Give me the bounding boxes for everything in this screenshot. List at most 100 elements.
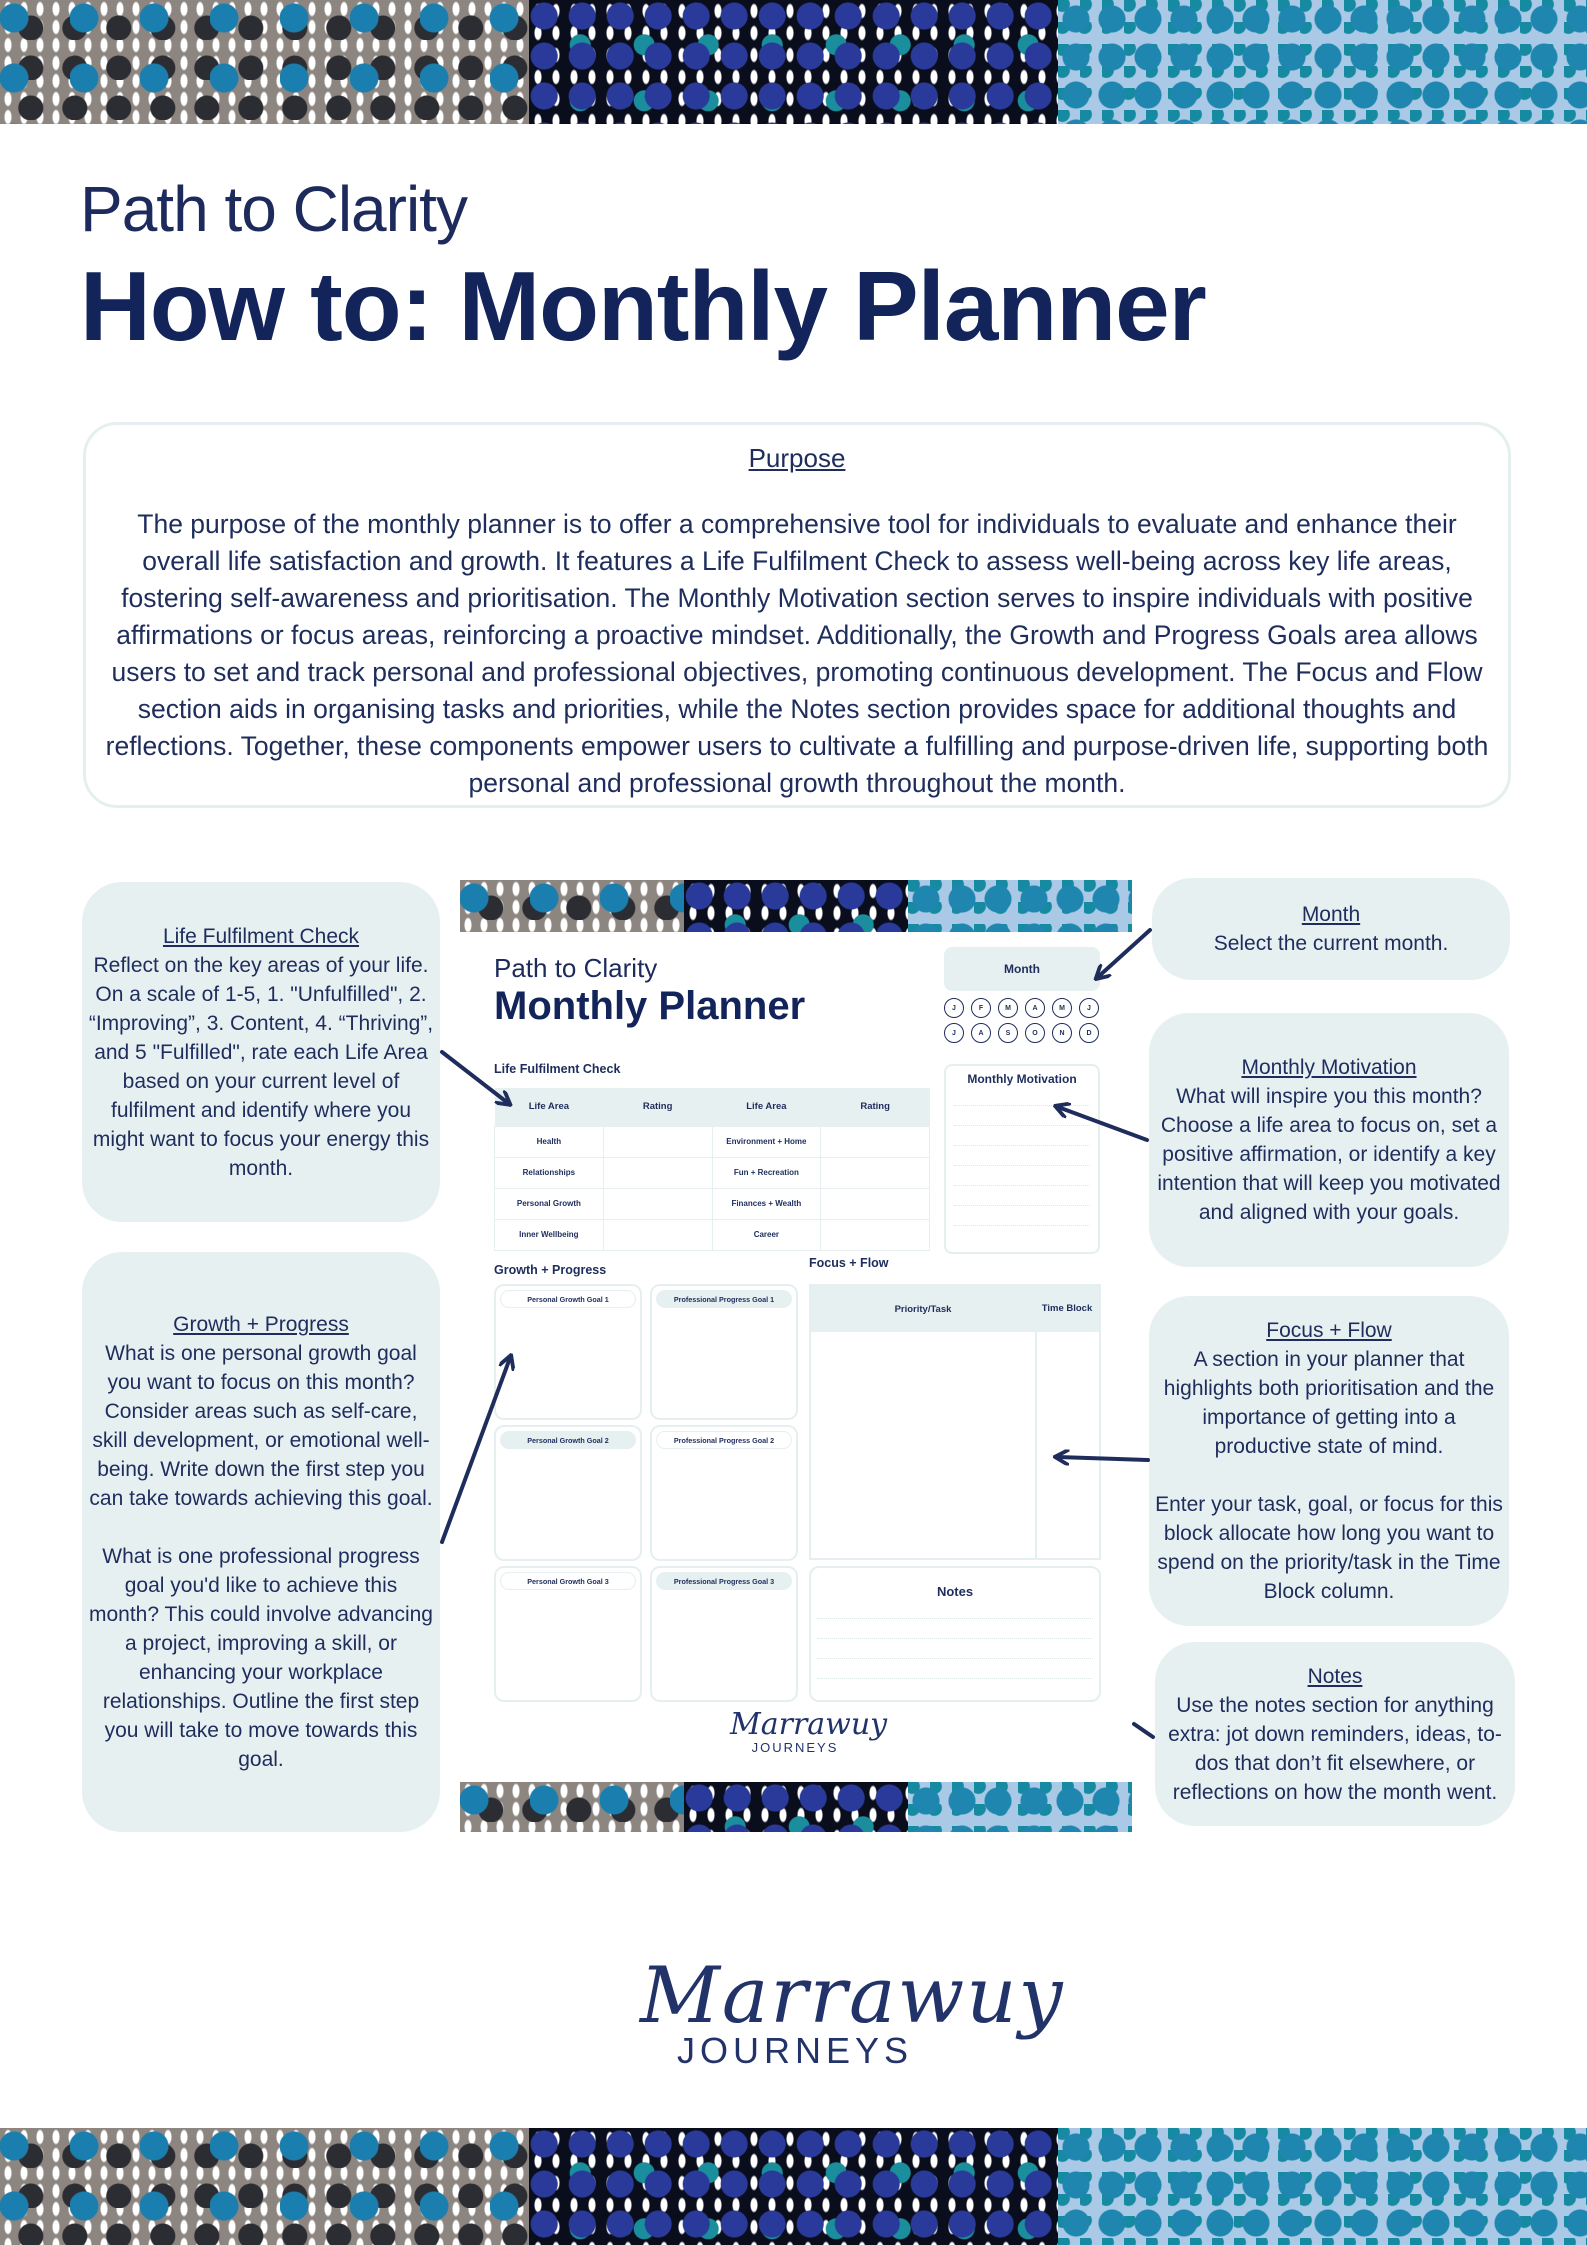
month-circle[interactable]: M: [1052, 998, 1072, 1018]
goal-label: Personal Growth Goal 2: [500, 1431, 636, 1449]
focus-flow-table[interactable]: Priority/Task Time Block: [809, 1284, 1101, 1560]
purpose-box: Purpose The purpose of the monthly plann…: [83, 422, 1511, 808]
dotted-line: [817, 1599, 1093, 1619]
dotted-line: [817, 1639, 1093, 1659]
life-area-cell: Fun + Recreation: [711, 1156, 822, 1189]
purpose-body: The purpose of the monthly planner is to…: [105, 509, 1489, 798]
dotted-line: [954, 1146, 1090, 1166]
callout-body: What is one personal growth goal you wan…: [89, 1342, 433, 1771]
callout-title: Notes: [1307, 1664, 1363, 1688]
life-area-cell: Personal Growth: [494, 1187, 604, 1220]
planner-monthly-motivation[interactable]: Monthly Motivation: [944, 1064, 1100, 1254]
planner-top-banner: [460, 880, 1132, 932]
rating-cell[interactable]: [820, 1125, 930, 1158]
callout-focus-flow: Focus + Flow A section in your planner t…: [1149, 1296, 1509, 1626]
planner-notes[interactable]: Notes: [809, 1566, 1101, 1702]
life-fulfilment-table: Life Area Rating Life Area Rating Health…: [494, 1088, 930, 1251]
dotted-line: [954, 1206, 1090, 1226]
focus-table-body[interactable]: [811, 1332, 1099, 1558]
month-circle[interactable]: N: [1052, 1023, 1072, 1043]
month-circle[interactable]: M: [998, 998, 1018, 1018]
life-area-cell: Finances + Wealth: [711, 1187, 822, 1220]
focus-heading: Focus + Flow: [809, 1256, 889, 1270]
rating-cell[interactable]: [602, 1156, 713, 1189]
purpose-heading: Purpose: [748, 443, 846, 473]
callout-month: Month Select the current month.: [1152, 878, 1510, 980]
logo-script: Marrawuy: [640, 1951, 1065, 2041]
table-row: Health Environment + Home: [494, 1125, 930, 1158]
dot-art-panel-grey: [460, 880, 684, 932]
callout-body: Use the notes section for anything extra…: [1168, 1693, 1502, 1804]
month-circle[interactable]: F: [971, 998, 991, 1018]
bottom-dot-art-banner: [0, 2128, 1587, 2245]
callout-title: Growth + Progress: [173, 1313, 349, 1336]
dot-art-panel-grey: [460, 1782, 684, 1832]
goal-label: Professional Progress Goal 3: [656, 1572, 792, 1590]
personal-goal-box[interactable]: Personal Growth Goal 2: [494, 1425, 642, 1561]
column-header: Life Area: [494, 1088, 604, 1126]
dotted-line: [817, 1619, 1093, 1639]
month-circle[interactable]: A: [1025, 998, 1045, 1018]
planner-month-field: Month: [944, 947, 1100, 991]
professional-goal-box[interactable]: Professional Progress Goal 3: [650, 1566, 798, 1702]
dot-art-panel-navy: [529, 2128, 1058, 2245]
personal-goal-box[interactable]: Personal Growth Goal 1: [494, 1284, 642, 1420]
rating-cell[interactable]: [820, 1187, 930, 1220]
page-subtitle: Path to Clarity: [80, 173, 468, 245]
planner-title: Monthly Planner: [494, 984, 806, 1028]
dotted-line: [954, 1126, 1090, 1146]
callout-title: Month: [1301, 903, 1361, 926]
rating-cell[interactable]: [602, 1125, 713, 1158]
rating-cell[interactable]: [820, 1156, 930, 1189]
growth-heading: Growth + Progress: [494, 1263, 607, 1277]
life-area-cell: Inner Wellbeing: [494, 1218, 604, 1251]
arrow-icon: [1132, 1722, 1155, 1739]
callout-body: Select the current month.: [1213, 932, 1449, 955]
rating-cell[interactable]: [602, 1187, 713, 1220]
logo-script: Marrawuy: [730, 1707, 888, 1742]
callout-growth-progress: Growth + Progress What is one personal g…: [82, 1252, 440, 1832]
rating-cell[interactable]: [602, 1218, 713, 1251]
month-circle[interactable]: J: [944, 998, 964, 1018]
logo-wordmark: JOURNEYS: [676, 2030, 914, 2071]
goal-label: Professional Progress Goal 1: [656, 1290, 792, 1308]
month-circle[interactable]: J: [944, 1023, 964, 1043]
dotted-line: [817, 1659, 1093, 1679]
dot-art-panel-grey: [0, 2128, 529, 2245]
dot-art-panel-navy: [684, 880, 908, 932]
life-area-cell: Environment + Home: [711, 1125, 822, 1158]
professional-goal-box[interactable]: Professional Progress Goal 2: [650, 1425, 798, 1561]
dot-art-panel-navy: [529, 0, 1058, 124]
logo-wordmark: JOURNEYS: [751, 1740, 839, 1755]
month-circle[interactable]: S: [998, 1023, 1018, 1043]
table-header-row: Life Area Rating Life Area Rating: [494, 1088, 930, 1126]
personal-goal-box[interactable]: Personal Growth Goal 3: [494, 1566, 642, 1702]
page-title: How to: Monthly Planner: [80, 251, 1207, 361]
table-row: Personal Growth Finances + Wealth: [494, 1187, 930, 1220]
month-circle[interactable]: O: [1025, 1023, 1045, 1043]
callout-title: Life Fulfilment Check: [162, 924, 360, 948]
month-circle[interactable]: D: [1079, 1023, 1099, 1043]
goal-label: Professional Progress Goal 2: [656, 1431, 792, 1449]
goal-label: Personal Growth Goal 3: [500, 1572, 636, 1590]
callout-body: A section in your planner that highlight…: [1155, 1348, 1503, 1603]
dotted-line: [954, 1186, 1090, 1206]
callout-title: Monthly Motivation: [1241, 1056, 1417, 1079]
column-header: Rating: [603, 1088, 712, 1126]
life-area-cell: Career: [711, 1218, 822, 1251]
callout-notes: Notes Use the notes section for anything…: [1155, 1642, 1515, 1826]
planner-preview: Path to Clarity Monthly Planner Month J …: [460, 880, 1132, 1832]
table-row: Inner Wellbeing Career: [494, 1218, 930, 1251]
professional-goal-box[interactable]: Professional Progress Goal 1: [650, 1284, 798, 1420]
motivation-heading: Monthly Motivation: [967, 1072, 1077, 1086]
dot-art-panel-lightblue: [1058, 0, 1587, 124]
month-circle[interactable]: A: [971, 1023, 991, 1043]
goal-label: Personal Growth Goal 1: [500, 1290, 636, 1308]
planner-bottom-banner: [460, 1782, 1132, 1832]
dotted-line: [954, 1106, 1090, 1126]
life-check-heading: Life Fulfilment Check: [494, 1062, 621, 1076]
callout-title: Focus + Flow: [1266, 1319, 1392, 1342]
month-circle[interactable]: J: [1079, 998, 1099, 1018]
rating-cell[interactable]: [820, 1218, 930, 1251]
top-dot-art-banner: [0, 0, 1587, 124]
